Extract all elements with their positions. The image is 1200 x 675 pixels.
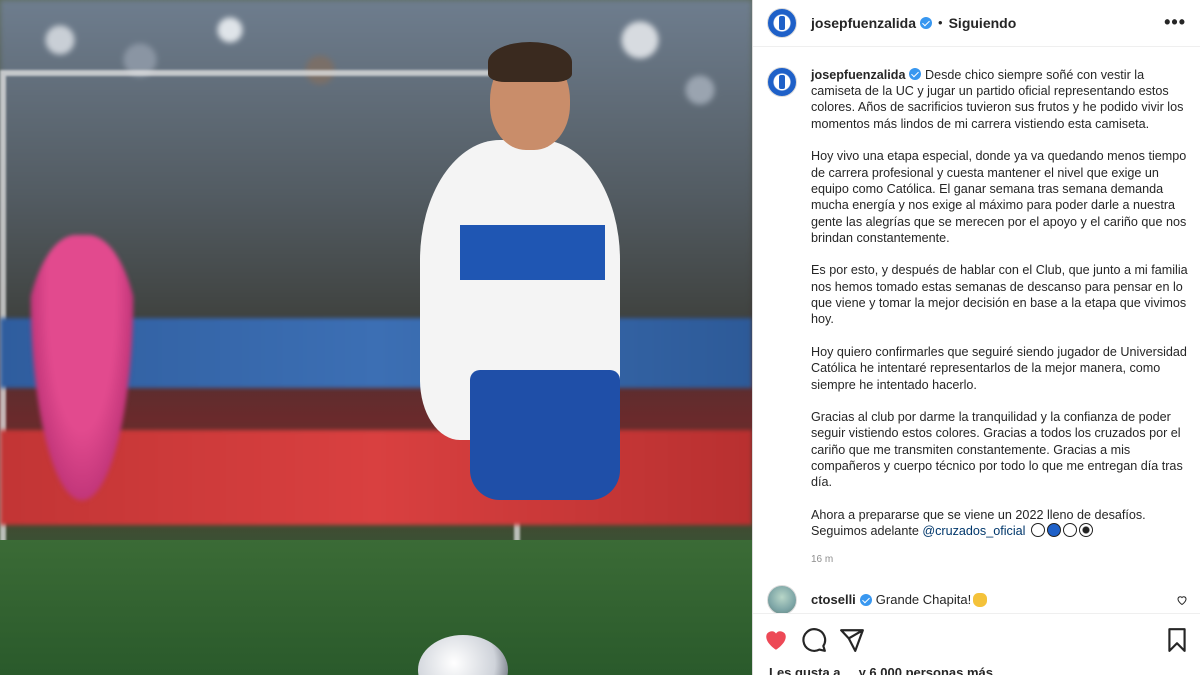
white-circle-emoji xyxy=(1030,523,1045,538)
separator-dot: • xyxy=(938,15,943,31)
comment-text: Grande Chapita! xyxy=(875,592,972,607)
soccer-ball-emoji xyxy=(1078,523,1093,538)
pitch-grass xyxy=(0,540,752,675)
blue-circle-emoji xyxy=(1046,523,1061,538)
caption-closing-line-1: Ahora a prepararse que se viene un 2022 … xyxy=(811,507,1146,522)
commenter-avatar[interactable] xyxy=(767,584,797,614)
mention-link[interactable]: @cruzados_oficial xyxy=(922,524,1025,538)
heart-icon[interactable] xyxy=(763,627,789,653)
post-sidebar: josepfuenzalida • Siguiendo ••• josepfue… xyxy=(752,0,1200,675)
white-circle-emoji xyxy=(1062,523,1077,538)
commenter-username[interactable]: ctoselli xyxy=(811,592,856,607)
caption-paragraph-5: Gracias al club por darme la tranquilida… xyxy=(811,410,1183,490)
caption-closing-line-2: Seguimos adelante xyxy=(811,524,919,539)
post-timestamp[interactable]: 16 m xyxy=(811,554,1188,565)
caption: josepfuenzalida Desde chico siempre soñé… xyxy=(767,66,1188,540)
post-header: josepfuenzalida • Siguiendo ••• xyxy=(753,0,1200,47)
post-body[interactable]: josepfuenzalida Desde chico siempre soñé… xyxy=(753,47,1200,614)
likes-summary[interactable]: Les gusta a ... y 6.000 personas más xyxy=(753,665,1200,675)
player-shorts xyxy=(470,370,620,500)
verified-icon xyxy=(859,593,872,606)
share-icon[interactable] xyxy=(839,627,865,653)
more-icon[interactable]: ••• xyxy=(1164,12,1186,33)
caption-closing: Ahora a prepararse que se viene un 2022 … xyxy=(811,507,1188,540)
caption-paragraph-4: Hoy quiero confirmarles que seguiré sien… xyxy=(811,344,1187,392)
instagram-post: josepfuenzalida • Siguiendo ••• josepfue… xyxy=(0,0,1200,675)
clapping-emoji xyxy=(973,592,988,607)
goalkeeper-figure xyxy=(22,235,142,535)
player-hair xyxy=(488,42,572,82)
caption-text: josepfuenzalida Desde chico siempre soñé… xyxy=(811,67,1188,540)
comment-icon[interactable] xyxy=(801,627,827,653)
author-avatar[interactable] xyxy=(767,7,797,38)
caption-paragraph-2: Hoy vivo una etapa especial, donde ya va… xyxy=(811,149,1187,245)
bookmark-icon[interactable] xyxy=(1164,627,1190,653)
following-button[interactable]: Siguiendo xyxy=(949,15,1017,31)
player-shirt-band xyxy=(460,225,605,280)
comment-like-icon[interactable] xyxy=(1176,594,1188,606)
comment-item: ctoselli Grande Chapita! xyxy=(767,584,1188,614)
post-actions xyxy=(753,613,1200,665)
caption-author-avatar[interactable] xyxy=(767,66,797,97)
caption-paragraph-3: Es por esto, y después de hablar con el … xyxy=(811,263,1188,327)
post-photo[interactable] xyxy=(0,0,752,675)
caption-username[interactable]: josepfuenzalida xyxy=(811,68,905,82)
verified-icon xyxy=(920,16,933,29)
author-username[interactable]: josepfuenzalida xyxy=(811,15,916,31)
verified-icon xyxy=(909,67,922,80)
